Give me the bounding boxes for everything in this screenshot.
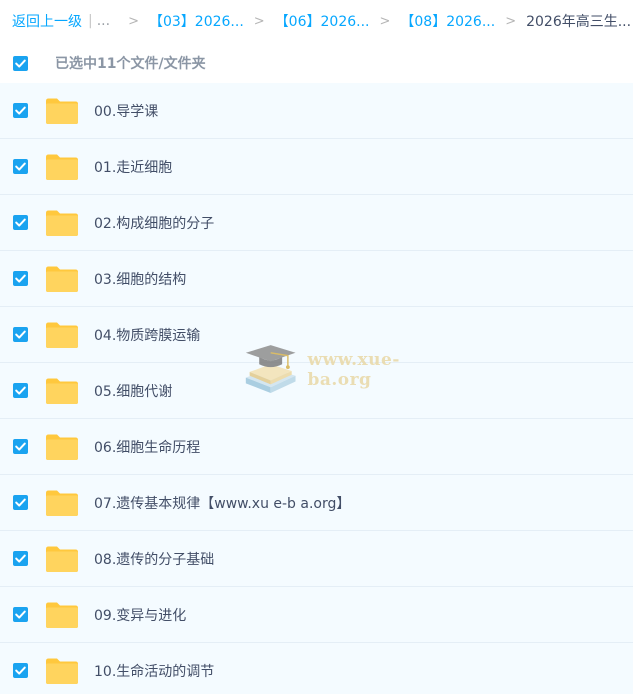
file-row[interactable]: 05.细胞代谢	[0, 363, 633, 419]
row-checkbox[interactable]	[13, 327, 28, 342]
back-link[interactable]: 返回上一级	[12, 11, 82, 31]
file-name[interactable]: 02.构成细胞的分子	[94, 213, 214, 233]
file-name[interactable]: 08.遗传的分子基础	[94, 549, 214, 569]
row-checkbox[interactable]	[13, 439, 28, 454]
select-all-checkbox[interactable]	[13, 55, 28, 71]
folder-icon	[46, 378, 78, 404]
check-icon	[15, 442, 26, 451]
file-browser: 返回上一级 | ... > 【03】2026... > 【06】2026... …	[0, 0, 633, 694]
breadcrumb-separator: >	[128, 13, 139, 29]
check-icon	[15, 274, 26, 283]
row-checkbox[interactable]	[13, 607, 28, 622]
file-name[interactable]: 03.细胞的结构	[94, 269, 186, 289]
row-checkbox[interactable]	[13, 551, 28, 566]
folder-icon	[46, 154, 78, 180]
file-row[interactable]: 08.遗传的分子基础	[0, 531, 633, 587]
file-list: 00.导学课 01.走近细胞 02.构成细胞的分子 03.细胞的结构 04.物质跨膜运输…	[0, 83, 633, 694]
breadcrumb-separator: >	[505, 13, 517, 29]
file-name[interactable]: 05.细胞代谢	[94, 381, 172, 401]
file-name[interactable]: 06.细胞生命历程	[94, 437, 200, 457]
file-name[interactable]: 01.走近细胞	[94, 157, 172, 177]
file-row[interactable]: 10.生命活动的调节	[0, 643, 633, 694]
breadcrumb-item[interactable]: 【03】2026...	[149, 11, 244, 31]
folder-icon	[46, 266, 78, 292]
check-icon	[15, 386, 26, 395]
folder-icon	[46, 658, 78, 684]
breadcrumb-ellipsis[interactable]: ...	[97, 13, 110, 29]
file-name[interactable]: 07.遗传基本规律【www.xu e-b a.org】	[94, 493, 350, 513]
selection-count: 已选中11个文件/文件夹	[55, 56, 206, 72]
file-row[interactable]: 03.细胞的结构	[0, 251, 633, 307]
folder-icon	[46, 322, 78, 348]
check-icon	[15, 162, 26, 171]
row-checkbox[interactable]	[13, 103, 28, 118]
file-row[interactable]: 02.构成细胞的分子	[0, 195, 633, 251]
check-icon	[15, 498, 26, 507]
file-row[interactable]: 01.走近细胞	[0, 139, 633, 195]
breadcrumb-divider: |	[88, 13, 93, 29]
breadcrumb-current: 2026年高三生...	[526, 14, 632, 30]
folder-icon	[46, 434, 78, 460]
breadcrumb-separator: >	[253, 13, 265, 29]
breadcrumb-item[interactable]: 【06】2026...	[275, 11, 370, 31]
folder-icon	[46, 602, 78, 628]
check-icon	[15, 330, 26, 339]
row-checkbox[interactable]	[13, 383, 28, 398]
file-name[interactable]: 04.物质跨膜运输	[94, 325, 200, 345]
folder-icon	[46, 98, 78, 124]
row-checkbox[interactable]	[13, 663, 28, 678]
folder-icon	[46, 490, 78, 516]
check-icon	[15, 218, 26, 227]
breadcrumb: 返回上一级 | ... > 【03】2026... > 【06】2026... …	[12, 10, 631, 32]
selection-bar: 已选中11个文件/文件夹	[0, 44, 633, 82]
check-icon	[15, 106, 26, 115]
file-name[interactable]: 10.生命活动的调节	[94, 661, 214, 681]
file-row[interactable]: 00.导学课	[0, 83, 633, 139]
check-icon	[15, 554, 26, 563]
file-row[interactable]: 07.遗传基本规律【www.xu e-b a.org】	[0, 475, 633, 531]
file-name[interactable]: 00.导学课	[94, 101, 158, 121]
check-icon	[15, 59, 26, 68]
file-name[interactable]: 09.变异与进化	[94, 605, 186, 625]
row-checkbox[interactable]	[13, 271, 28, 286]
file-row[interactable]: 04.物质跨膜运输	[0, 307, 633, 363]
check-icon	[15, 666, 26, 675]
breadcrumb-separator: >	[379, 13, 391, 29]
check-icon	[15, 610, 26, 619]
row-checkbox[interactable]	[13, 159, 28, 174]
row-checkbox[interactable]	[13, 495, 28, 510]
file-row[interactable]: 09.变异与进化	[0, 587, 633, 643]
breadcrumb-item[interactable]: 【08】2026...	[400, 11, 495, 31]
folder-icon	[46, 210, 78, 236]
row-checkbox[interactable]	[13, 215, 28, 230]
file-row[interactable]: 06.细胞生命历程	[0, 419, 633, 475]
folder-icon	[46, 546, 78, 572]
